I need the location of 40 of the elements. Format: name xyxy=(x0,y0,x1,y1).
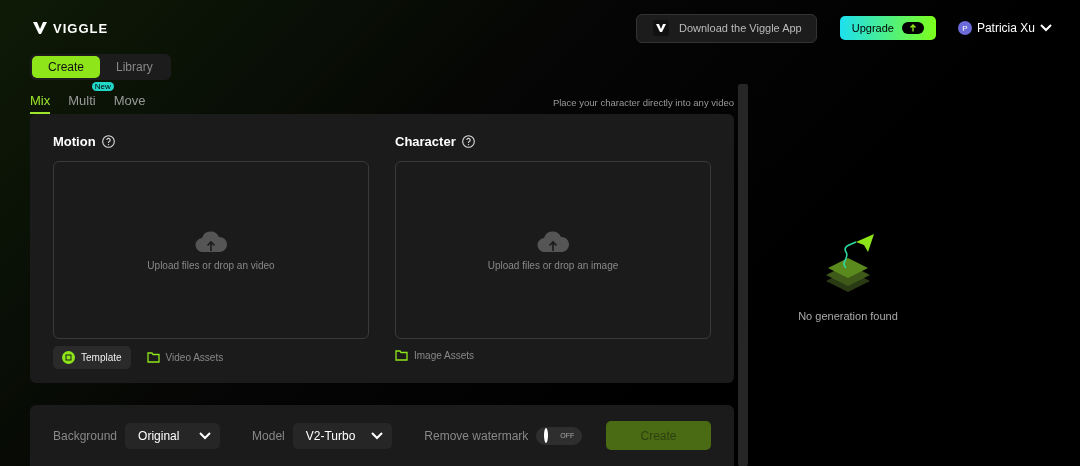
drop-zone[interactable]: Upload files or drop an video xyxy=(53,161,369,339)
logo-icon xyxy=(33,22,47,34)
cloud-upload-icon xyxy=(537,229,569,252)
drop-zone[interactable]: Upload files or drop an image xyxy=(395,161,711,339)
sub-tab[interactable]: Move xyxy=(113,93,146,114)
mode-tab[interactable]: Create xyxy=(32,56,101,78)
model-select[interactable]: V2-Turbo xyxy=(292,422,393,449)
drop-text: Upload files or drop an image xyxy=(487,259,619,271)
cloud-upload-icon xyxy=(195,229,227,252)
help-icon[interactable] xyxy=(101,134,115,148)
chevron-down-icon xyxy=(199,431,212,440)
user-name[interactable]: Patricia Xu xyxy=(976,21,1035,35)
new-badge: New xyxy=(91,82,114,91)
section-title: Character xyxy=(395,133,456,149)
assets-link[interactable]: Image Assets xyxy=(395,346,475,365)
download-app-button[interactable]: Download the Viggle App xyxy=(636,13,817,43)
model-label: Model xyxy=(252,428,285,443)
arrow-up-icon xyxy=(901,22,924,34)
drop-text: Upload files or drop an video xyxy=(147,259,275,271)
chevron-down-icon xyxy=(1039,24,1052,32)
help-icon[interactable] xyxy=(461,134,475,148)
grid-icon xyxy=(62,351,75,364)
template-button[interactable]: Template xyxy=(53,346,131,369)
user-avatar[interactable]: P xyxy=(957,21,972,35)
assets-link[interactable]: Video Assets xyxy=(146,348,224,367)
folder-icon xyxy=(146,352,160,363)
chevron-down-icon xyxy=(371,431,384,440)
background-select[interactable]: Original xyxy=(125,422,221,449)
empty-message: No generation found xyxy=(798,310,898,322)
folder-icon xyxy=(395,350,408,361)
sub-tab[interactable]: Multi xyxy=(68,93,96,114)
brand-name: VIGGLE xyxy=(53,20,109,36)
background-label: Background xyxy=(53,428,118,443)
scrollbar[interactable] xyxy=(738,84,748,466)
watermark-label: Remove watermark xyxy=(424,428,529,443)
app-logo-icon xyxy=(653,20,669,36)
mode-tab[interactable]: Library xyxy=(100,56,169,78)
hint-text: Place your character directly into any video xyxy=(552,97,734,110)
upgrade-button[interactable]: Upgrade xyxy=(839,16,936,40)
section-title: Motion xyxy=(53,133,96,149)
